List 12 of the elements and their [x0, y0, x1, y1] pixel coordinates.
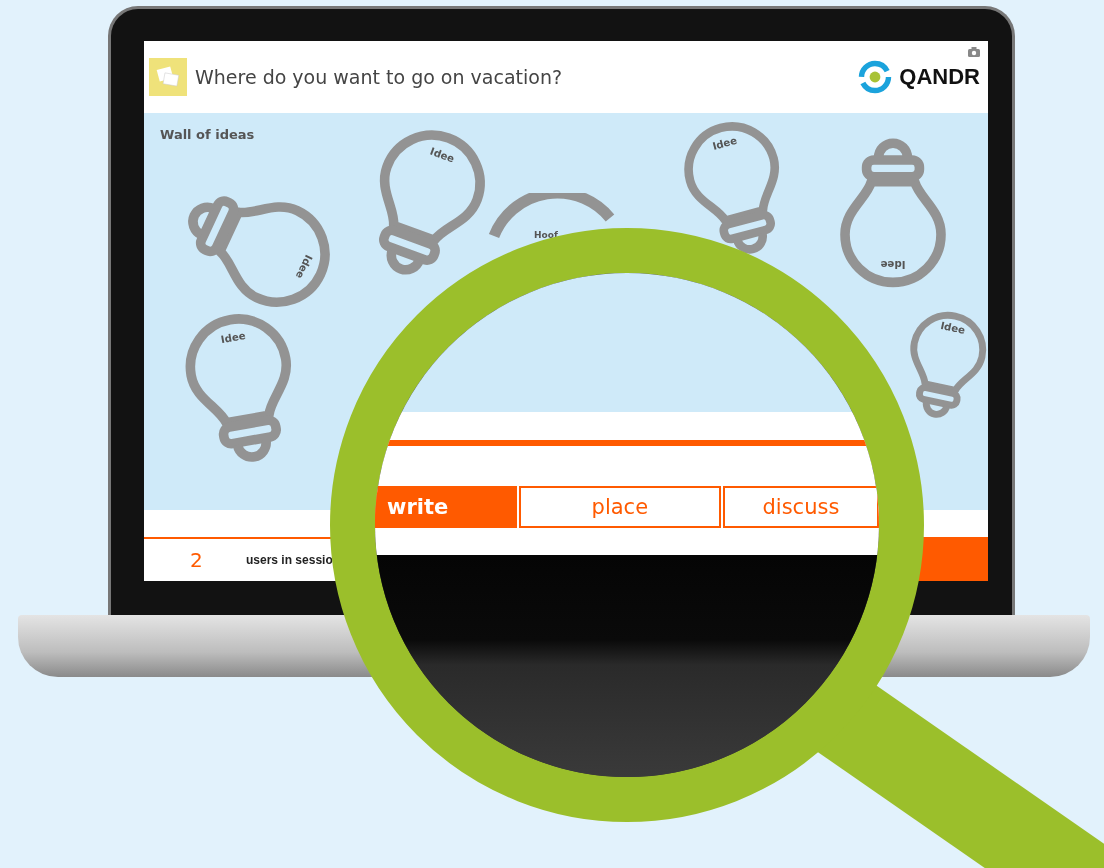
- camera-icon[interactable]: [968, 47, 980, 57]
- step-tab[interactable]: place: [518, 486, 721, 528]
- question-title: Where do you want to go on vacation?: [195, 66, 563, 88]
- wall-title: Wall of ideas: [160, 127, 255, 142]
- step-tab[interactable]: write: [375, 486, 517, 528]
- user-count: 2: [190, 548, 204, 572]
- users-label: users in sessio: [246, 553, 333, 567]
- sticky-notes-icon: [149, 58, 187, 96]
- step-tab[interactable]: discuss: [722, 486, 879, 528]
- target-logo-icon: [857, 59, 894, 95]
- logo-wordmark: QANDR: [899, 64, 980, 90]
- lightbulb-idea[interactable]: Hoof: [489, 193, 615, 240]
